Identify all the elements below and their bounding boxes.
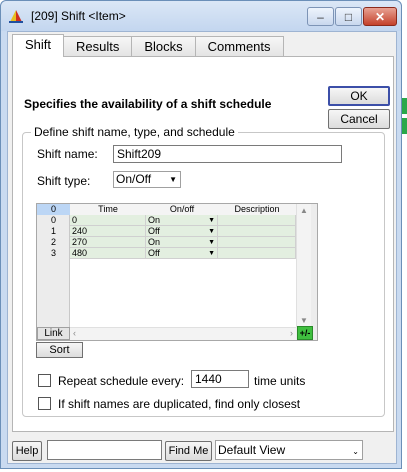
group-title: Define shift name, type, and schedule	[31, 125, 238, 139]
duplicate-names-checkbox[interactable]	[38, 397, 51, 410]
minimize-button[interactable]: –	[307, 7, 334, 26]
footer-bar: Help Find Me Default View ⌄	[8, 436, 396, 464]
repeat-interval-input[interactable]: 1440	[191, 370, 249, 388]
column-header-onoff[interactable]: On/off	[146, 204, 218, 215]
shift-type-select[interactable]: On/Off ▼	[113, 171, 181, 188]
description-cell[interactable]	[218, 226, 296, 237]
onoff-value: On	[148, 237, 161, 247]
time-cell[interactable]: 270	[70, 237, 146, 248]
find-input[interactable]	[47, 440, 162, 460]
onoff-cell[interactable]: Off ▼	[146, 248, 218, 259]
dropdown-arrow-icon[interactable]: ▼	[208, 248, 215, 259]
row-number: 2	[50, 237, 56, 247]
repeat-schedule-checkbox[interactable]	[38, 374, 51, 387]
chevron-down-icon: ▼	[169, 175, 177, 184]
time-cell[interactable]: 0	[70, 215, 146, 226]
onoff-value: Off	[148, 248, 160, 258]
chevron-up-icon[interactable]: ▲	[300, 206, 308, 215]
background-window-edge	[402, 118, 407, 134]
onoff-value: Off	[148, 226, 160, 236]
chevron-left-icon[interactable]: ‹	[73, 328, 76, 338]
onoff-cell[interactable]: On ▼	[146, 237, 218, 248]
sort-button[interactable]: Sort	[36, 342, 83, 358]
shift-name-input[interactable]: Shift209	[113, 145, 342, 163]
dialog-window: [209] Shift <Item> – □ ✕ Shift Results B…	[0, 0, 402, 469]
onoff-value: On	[148, 215, 161, 225]
horizontal-scrollbar[interactable]: ‹ ›	[70, 327, 296, 340]
tab-comments[interactable]: Comments	[194, 36, 284, 56]
dropdown-arrow-icon[interactable]: ▼	[208, 215, 215, 226]
onoff-cell[interactable]: On ▼	[146, 215, 218, 226]
window-title: [209] Shift <Item>	[31, 9, 126, 23]
dropdown-arrow-icon[interactable]: ▼	[208, 237, 215, 248]
ok-button[interactable]: OK	[328, 86, 390, 106]
shift-type-value: On/Off	[116, 172, 152, 186]
minimize-icon: –	[317, 9, 324, 24]
tab-blocks[interactable]: Blocks	[131, 36, 196, 56]
view-select[interactable]: Default View ⌄	[215, 440, 363, 460]
column-header-description[interactable]: Description	[218, 204, 296, 215]
chevron-right-icon[interactable]: ›	[290, 328, 293, 338]
find-me-button[interactable]: Find Me	[165, 441, 212, 461]
view-select-value: Default View	[218, 443, 286, 457]
tab-results[interactable]: Results	[63, 36, 133, 56]
close-button[interactable]: ✕	[363, 7, 397, 26]
maximize-button[interactable]: □	[335, 7, 362, 26]
panel-heading: Specifies the availability of a shift sc…	[24, 97, 272, 111]
time-units-label: time units	[254, 374, 306, 388]
background-window-edge	[402, 98, 407, 114]
app-icon	[9, 10, 23, 23]
onoff-cell[interactable]: Off ▼	[146, 226, 218, 237]
description-cell[interactable]	[218, 215, 296, 226]
table-corner: 0	[37, 204, 70, 215]
title-bar[interactable]: [209] Shift <Item> – □ ✕	[1, 1, 401, 31]
help-button[interactable]: Help	[12, 441, 42, 461]
time-cell[interactable]: 240	[70, 226, 146, 237]
shift-type-label: Shift type:	[37, 174, 91, 188]
description-cell[interactable]	[218, 237, 296, 248]
vertical-scrollbar[interactable]: ▲ ▼	[296, 204, 311, 327]
time-cell[interactable]: 480	[70, 248, 146, 259]
shift-name-label: Shift name:	[37, 147, 98, 161]
maximize-icon: □	[344, 9, 353, 24]
dropdown-arrow-icon[interactable]: ▼	[208, 226, 215, 237]
tab-shift[interactable]: Shift	[12, 34, 65, 57]
table-empty-area[interactable]	[70, 259, 296, 327]
chevron-down-icon[interactable]: ▼	[300, 316, 308, 325]
row-number: 0	[50, 215, 56, 225]
link-button[interactable]: Link	[37, 327, 70, 340]
tab-bar: Shift Results Blocks Comments	[12, 34, 284, 57]
add-remove-rows-button[interactable]: +/-	[297, 326, 313, 340]
duplicate-names-label: If shift names are duplicated, find only…	[58, 397, 301, 411]
dialog-client: Shift Results Blocks Comments Specifies …	[7, 31, 397, 464]
row-number: 1	[50, 226, 56, 236]
column-header-time[interactable]: Time	[70, 204, 146, 215]
description-cell[interactable]	[218, 248, 296, 259]
chevron-down-icon: ⌄	[352, 447, 359, 456]
cancel-button[interactable]: Cancel	[328, 109, 390, 129]
schedule-table: 0 Time On/off Description 0 0 On ▼ 1 240 …	[36, 203, 318, 341]
repeat-schedule-label: Repeat schedule every:	[58, 374, 185, 388]
close-icon: ✕	[374, 9, 386, 24]
shift-tab-panel: Specifies the availability of a shift sc…	[12, 56, 394, 432]
row-number: 3	[50, 248, 56, 258]
